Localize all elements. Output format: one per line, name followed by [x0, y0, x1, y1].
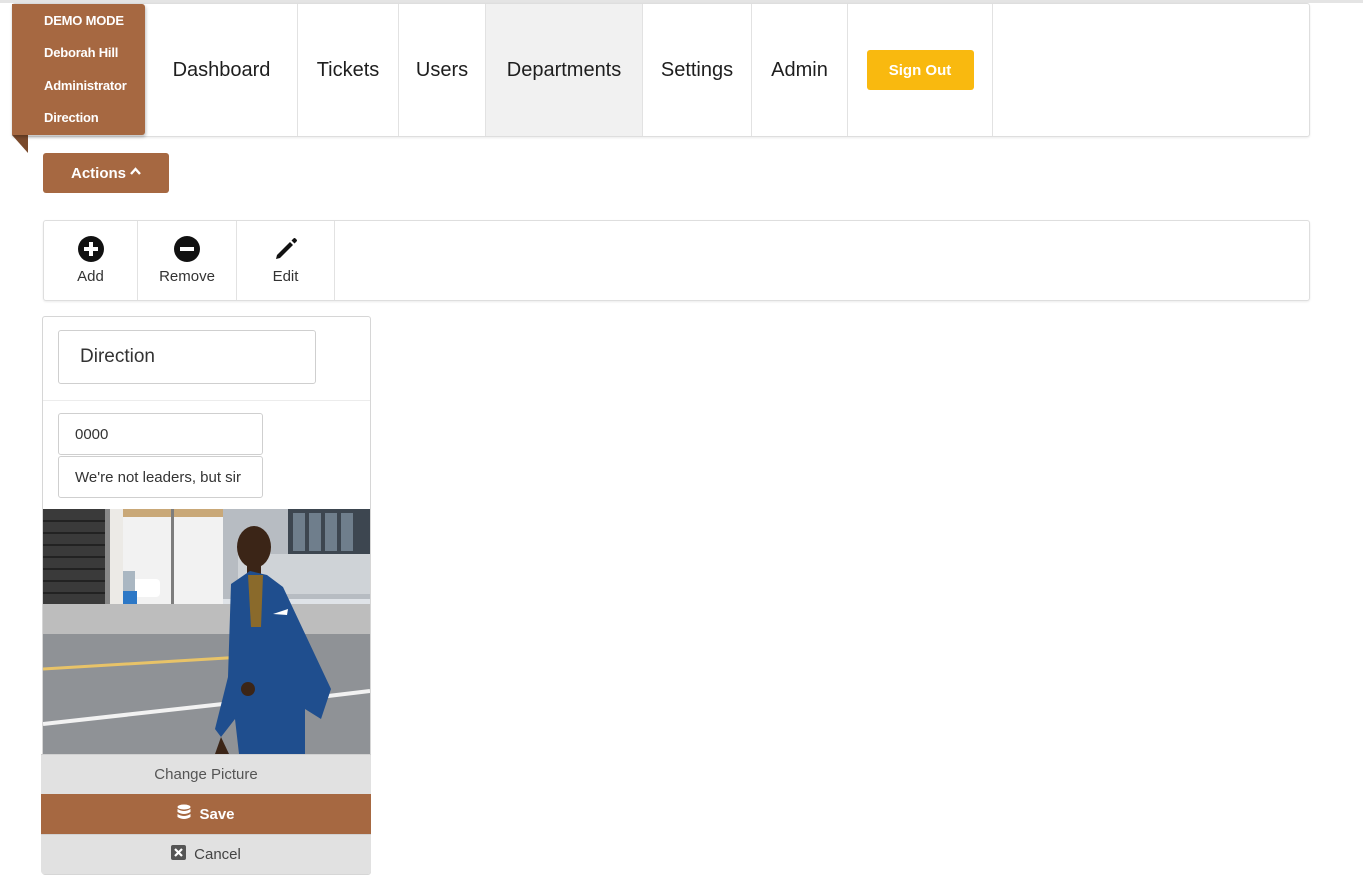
pencil-icon [273, 236, 299, 262]
save-button[interactable]: Save [41, 794, 371, 834]
card-divider [43, 400, 370, 401]
user-name: Deborah Hill [44, 45, 119, 60]
actions-label: Actions [70, 164, 126, 182]
remove-button[interactable]: Remove [138, 221, 237, 300]
close-square-icon [171, 845, 187, 864]
plus-circle-icon [77, 236, 104, 262]
nav-dashboard[interactable]: Dashboard [146, 4, 298, 136]
cancel-label: Cancel [194, 846, 241, 863]
remove-label: Remove [159, 268, 215, 285]
change-picture-label: Change Picture [154, 766, 258, 783]
department-name-input[interactable] [58, 330, 316, 384]
chevron-up-icon [130, 166, 141, 178]
nav-tickets[interactable]: Tickets [298, 4, 399, 136]
nav-admin[interactable]: Admin [752, 4, 848, 136]
ribbon-fold [12, 135, 28, 153]
user-department: Direction [44, 110, 99, 125]
department-code-input[interactable] [58, 413, 263, 455]
save-label: Save [199, 805, 235, 823]
sign-out-button[interactable]: Sign Out [866, 50, 974, 90]
change-picture-button[interactable]: Change Picture [41, 754, 371, 794]
main-navbar: Dashboard Tickets Users Departments Sett… [12, 3, 1310, 137]
edit-button[interactable]: Edit [237, 221, 335, 300]
demo-mode-label: DEMO MODE [44, 13, 124, 28]
department-picture [43, 509, 370, 754]
nav-users[interactable]: Users [399, 4, 486, 136]
signout-cell: Sign Out [848, 4, 993, 136]
cancel-button[interactable]: Cancel [41, 834, 371, 874]
department-description-input[interactable] [58, 456, 263, 498]
minus-circle-icon [174, 236, 200, 262]
user-badge: DEMO MODE Deborah Hill Administrator Dir… [12, 4, 145, 135]
nav-settings[interactable]: Settings [643, 4, 752, 136]
department-card: Change Picture Save Cancel [41, 316, 371, 875]
add-button[interactable]: Add [44, 221, 138, 300]
user-role: Administrator [44, 78, 127, 93]
edit-label: Edit [272, 268, 299, 285]
nav-departments[interactable]: Departments [486, 4, 643, 136]
actions-button[interactable]: Actions [43, 153, 169, 193]
database-icon [177, 804, 191, 824]
department-toolbar: Add Remove Edit [43, 220, 1310, 301]
add-label: Add [77, 268, 104, 285]
